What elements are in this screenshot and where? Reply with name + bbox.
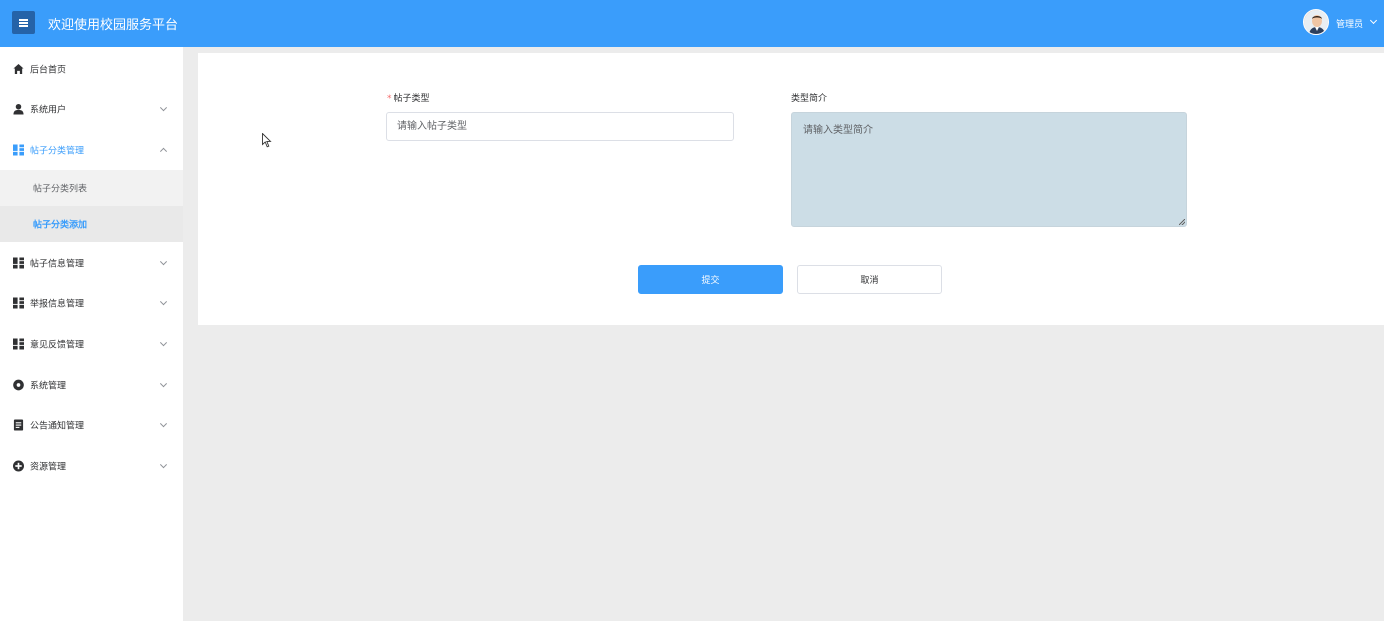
sidebar-item-resources[interactable]: 资源管理: [0, 446, 183, 486]
app-title: 欢迎使用校园服务平台: [48, 18, 179, 33]
avatar[interactable]: [1303, 9, 1329, 35]
sidebar-item-label: 意见反馈管理: [30, 340, 85, 351]
sidebar-item-label: 帖子分类管理: [30, 146, 85, 157]
type-intro-textarea[interactable]: [791, 112, 1187, 227]
sidebar-item-home[interactable]: 后台首页: [0, 49, 183, 89]
sidebar-item-label: 公告通知管理: [30, 421, 85, 432]
user-avatar-icon: [1304, 10, 1328, 34]
type-intro-label: 类型简介: [791, 94, 828, 104]
sidebar-subitem-category-list[interactable]: 帖子分类列表: [0, 170, 183, 206]
plus-circle-icon: [13, 460, 24, 472]
top-header: 欢迎使用校园服务平台 管理员: [0, 0, 1384, 47]
home-icon: [13, 63, 24, 75]
sidebar: 后台首页 系统用户 帖子分类管理 帖子分类列表 帖子分类添加 帖子信息管理 举报…: [0, 47, 183, 621]
chevron-down-icon: [159, 104, 168, 112]
chevron-down-icon: [159, 461, 168, 469]
sidebar-item-notices[interactable]: 公告通知管理: [0, 405, 183, 445]
sidebar-subitem-label: 帖子分类添加: [33, 220, 88, 231]
user-name[interactable]: 管理员: [1336, 17, 1363, 30]
post-type-label: * 帖子类型: [387, 91, 430, 104]
chevron-down-icon[interactable]: [1369, 16, 1378, 25]
sidebar-item-label: 举报信息管理: [30, 299, 85, 310]
sidebar-item-label: 资源管理: [30, 462, 67, 473]
hamburger-icon[interactable]: [12, 11, 35, 34]
resize-grip-icon[interactable]: [1179, 219, 1185, 225]
document-icon: [13, 419, 24, 431]
chevron-up-icon: [159, 147, 168, 155]
gear-icon: [13, 379, 24, 391]
sidebar-item-label: 帖子信息管理: [30, 259, 85, 270]
post-type-label-text: 帖子类型: [393, 94, 430, 104]
grid-icon: [13, 338, 24, 350]
sidebar-item-label: 系统管理: [30, 381, 67, 392]
sidebar-item-post-category[interactable]: 帖子分类管理: [0, 130, 183, 170]
chevron-down-icon: [159, 339, 168, 347]
grid-icon: [13, 297, 24, 309]
submit-button[interactable]: 提交: [638, 265, 783, 294]
sidebar-item-post-info[interactable]: 帖子信息管理: [0, 243, 183, 283]
grid-icon: [13, 144, 24, 156]
chevron-down-icon: [159, 420, 168, 428]
sidebar-subitem-category-add[interactable]: 帖子分类添加: [0, 206, 183, 242]
chevron-down-icon: [159, 258, 168, 266]
sidebar-item-label: 后台首页: [30, 65, 67, 76]
required-mark: *: [387, 94, 392, 104]
chevron-down-icon: [159, 298, 168, 306]
sidebar-item-report-info[interactable]: 举报信息管理: [0, 283, 183, 323]
sidebar-subitem-label: 帖子分类列表: [33, 184, 88, 195]
sidebar-item-system-users[interactable]: 系统用户: [0, 89, 183, 129]
post-type-input[interactable]: [386, 112, 734, 141]
sidebar-item-feedback[interactable]: 意见反馈管理: [0, 324, 183, 364]
sidebar-item-system[interactable]: 系统管理: [0, 365, 183, 405]
mouse-cursor-icon: [262, 133, 272, 148]
cancel-button[interactable]: 取消: [797, 265, 942, 294]
chevron-down-icon: [159, 380, 168, 388]
grid-icon: [13, 257, 24, 269]
form-card: *帖子类型 类型简介 提交 取消: [198, 53, 1384, 325]
user-icon: [13, 103, 24, 115]
sidebar-item-label: 系统用户: [30, 105, 67, 116]
